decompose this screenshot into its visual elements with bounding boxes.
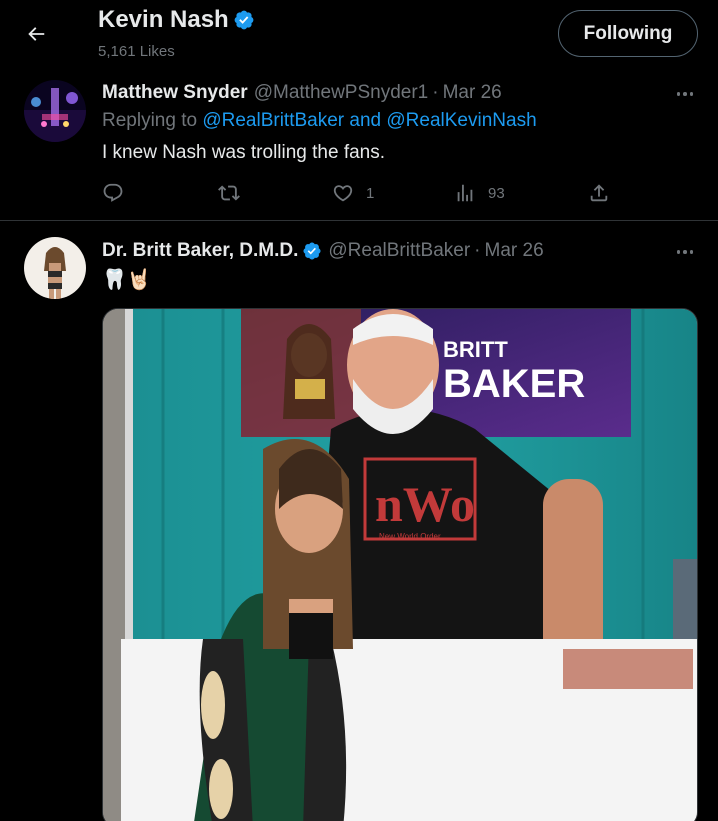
like-button[interactable]: 1 (332, 178, 374, 208)
poster-text: BAKER (443, 362, 585, 406)
back-button[interactable] (18, 16, 54, 52)
separator-dot: · (474, 240, 481, 261)
tweet-text: 🦷🤘🏻 (102, 269, 152, 291)
back-arrow-icon (28, 27, 45, 41)
avatar-image (24, 237, 86, 299)
verified-badge-icon (234, 10, 254, 30)
mention-link[interactable]: @RealBrittBaker (202, 110, 344, 131)
reply-icon (103, 183, 123, 202)
author-name[interactable]: Dr. Britt Baker, D.M.D. (102, 240, 298, 262)
views-icon (457, 184, 473, 202)
tweet-text: I knew Nash was trolling the fans. (102, 142, 386, 163)
share-icon (590, 184, 608, 202)
like-count: 1 (366, 184, 375, 202)
like-icon (333, 185, 353, 202)
more-button[interactable] (671, 242, 699, 262)
views-button[interactable]: 93 (454, 178, 505, 208)
page-title: Kevin Nash (98, 6, 229, 33)
tweet-date[interactable]: Mar 26 (485, 240, 544, 262)
title-row: Kevin Nash (98, 6, 255, 34)
photo-image: BRITT BAKER nWo New World Order (103, 309, 697, 821)
retweet-button[interactable] (218, 178, 240, 208)
profile-header: Kevin Nash 5,161 Likes Following (0, 0, 718, 70)
following-button[interactable]: Following (558, 10, 698, 57)
share-button[interactable] (588, 178, 610, 208)
reply-button[interactable] (102, 178, 124, 208)
replying-prefix: Replying to (102, 110, 203, 131)
shirt-subtext: New World Order (379, 532, 441, 541)
tweet-meta: Dr. Britt Baker, D.M.D. @RealBrittBaker … (102, 240, 544, 262)
more-icon (676, 250, 681, 254)
more-button[interactable] (671, 84, 699, 104)
verified-badge-icon (303, 242, 321, 260)
avatar-image (24, 80, 86, 142)
avatar[interactable] (24, 80, 86, 142)
author-name[interactable]: Matthew Snyder (102, 82, 248, 104)
tweet-photo[interactable]: BRITT BAKER nWo New World Order (102, 308, 698, 821)
views-count: 93 (488, 184, 505, 202)
mention-and[interactable]: and (344, 110, 386, 131)
more-icon (676, 92, 681, 96)
avatar[interactable] (24, 237, 86, 299)
mention-link[interactable]: @RealKevinNash (386, 110, 536, 131)
poster-text: BRITT (443, 337, 508, 362)
author-handle[interactable]: @MatthewPSnyder1 (254, 82, 429, 104)
replying-to: Replying to @RealBrittBaker and @RealKev… (102, 110, 537, 132)
retweet-icon (218, 185, 240, 201)
author-handle[interactable]: @RealBrittBaker (328, 240, 470, 262)
tweet-reply[interactable]: Matthew Snyder @MatthewPSnyder1 · Mar 26… (0, 70, 718, 220)
likes-count: 5,161 Likes (98, 43, 175, 60)
tweet-date[interactable]: Mar 26 (443, 82, 502, 104)
shirt-text: nWo (375, 476, 475, 532)
tweet-meta: Matthew Snyder @MatthewPSnyder1 · Mar 26 (102, 82, 502, 104)
tweet-actions: 1 93 (102, 178, 622, 208)
separator-dot: · (432, 82, 439, 103)
